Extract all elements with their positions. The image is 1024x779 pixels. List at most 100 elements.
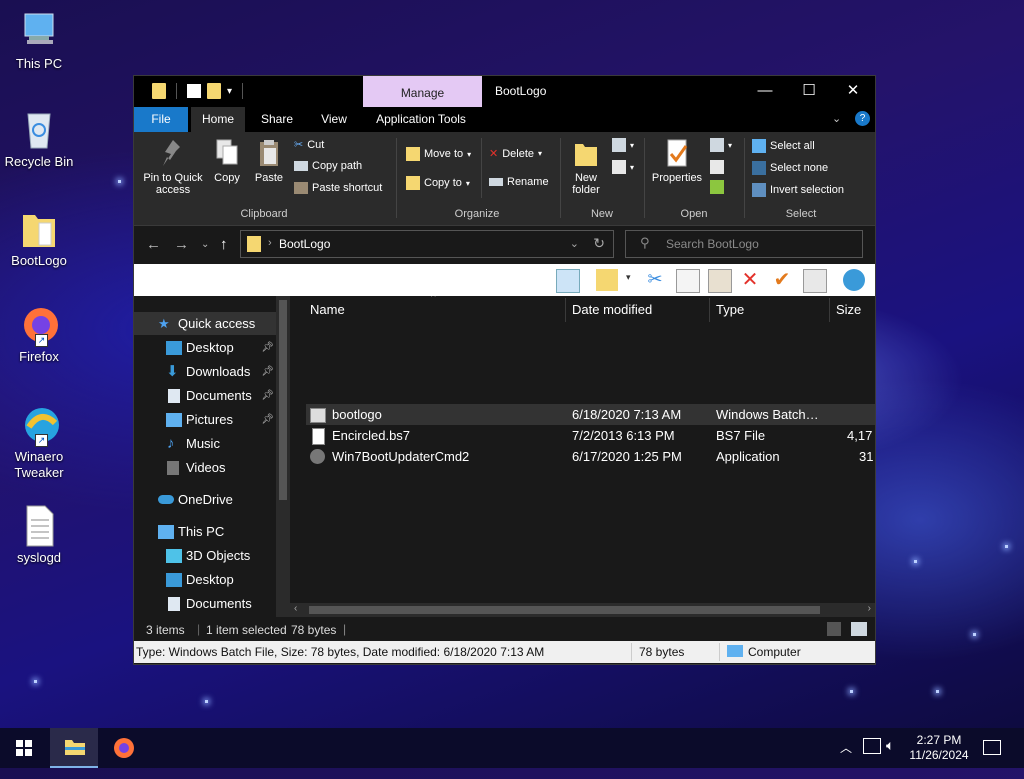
desktop-icon-winaero-tweaker[interactable]: ↗ Winaero Tweaker <box>0 403 78 481</box>
scrollbar-thumb[interactable] <box>279 300 287 500</box>
forward-button[interactable]: → <box>174 236 189 253</box>
horizontal-scrollbar[interactable]: ‹ › <box>290 603 875 617</box>
folder-options-icon[interactable] <box>596 269 618 291</box>
properties-qat-icon[interactable] <box>187 84 201 98</box>
column-header-name[interactable]: Name <box>310 298 345 322</box>
column-header-size[interactable]: Size <box>836 298 861 322</box>
cut-icon[interactable]: ✂ <box>644 269 666 291</box>
nav-item-onedrive[interactable]: OneDrive <box>134 488 276 511</box>
tab-view[interactable]: View <box>309 107 359 132</box>
up-button[interactable]: ↑ <box>220 236 228 253</box>
move-to-button[interactable]: Move to ▾ <box>406 147 471 161</box>
paste-button[interactable]: Paste <box>252 138 286 184</box>
easy-access-button[interactable]: ▾ <box>612 160 634 174</box>
preview-pane-icon[interactable] <box>556 269 580 293</box>
copy-button[interactable]: Copy <box>208 138 246 184</box>
large-icons-view-icon[interactable] <box>851 622 867 636</box>
edit-button[interactable] <box>710 160 724 174</box>
copy-path-button[interactable]: Copy path <box>294 160 362 172</box>
new-folder-button[interactable]: New folder <box>566 138 606 196</box>
desktop-icon-firefox[interactable]: ↗ Firefox <box>0 303 78 365</box>
select-all-button[interactable]: Select all <box>752 139 815 153</box>
clock-date: 11/26/2024 <box>909 748 969 762</box>
open-button[interactable]: ▾ <box>710 138 732 152</box>
nav-item-documents[interactable]: Documents 📌︎ <box>134 384 276 407</box>
address-bar[interactable]: › BootLogo ⌄ ↻ <box>240 230 614 258</box>
tab-home[interactable]: Home <box>191 107 245 132</box>
scroll-left-icon[interactable]: ‹ <box>294 603 297 614</box>
checkmark-icon[interactable]: ✔ <box>771 269 793 291</box>
nav-item-videos[interactable]: Videos <box>134 456 276 479</box>
taskbar-file-explorer[interactable] <box>50 728 98 768</box>
copy-to-button[interactable]: Copy to ▾ <box>406 176 470 190</box>
file-row[interactable]: bootlogo 6/18/2020 7:13 AM Windows Batch… <box>306 404 875 425</box>
pin-icon[interactable]: 📌︎ <box>261 360 274 383</box>
nav-item-desktop-pc[interactable]: Desktop <box>134 568 276 591</box>
new-item-button[interactable]: ▾ <box>612 138 634 152</box>
show-hidden-icons-chevron-icon[interactable]: ︿ <box>840 739 852 779</box>
properties-button[interactable]: Properties <box>646 138 708 184</box>
nav-item-3d-objects[interactable]: 3D Objects <box>134 544 276 567</box>
pin-icon[interactable]: 📌︎ <box>261 408 274 431</box>
nav-item-desktop[interactable]: Desktop 📌︎ <box>134 336 276 359</box>
volume-muted-icon[interactable]: 🔈︎ <box>886 737 894 777</box>
copy-icon[interactable] <box>676 269 700 293</box>
delete-button[interactable]: ✕ Delete ▾ <box>489 147 542 161</box>
rename-button[interactable]: Rename <box>489 176 549 188</box>
address-path[interactable]: BootLogo <box>279 237 330 251</box>
column-header-type[interactable]: Type <box>716 298 744 322</box>
tab-file[interactable]: File <box>134 107 188 132</box>
new-folder-qat-icon[interactable] <box>207 83 221 99</box>
paste-icon[interactable] <box>708 269 732 293</box>
minimize-button[interactable]: — <box>743 76 787 107</box>
desktop-icon-syslogd[interactable]: syslogd <box>0 504 78 566</box>
chevron-down-icon[interactable]: ▾ <box>626 272 631 283</box>
nav-item-music[interactable]: ♪ Music <box>134 432 276 455</box>
scrollbar-thumb[interactable] <box>309 606 820 614</box>
scroll-right-icon[interactable]: › <box>868 603 871 614</box>
navigation-scrollbar[interactable] <box>276 296 290 617</box>
delete-icon[interactable]: ✕ <box>739 269 761 291</box>
cut-button[interactable]: ✂ Cut <box>294 138 324 152</box>
column-header-date[interactable]: Date modified <box>572 298 652 322</box>
tab-share[interactable]: Share <box>252 107 302 132</box>
nav-item-documents-pc[interactable]: Documents <box>134 592 276 615</box>
shell-icon[interactable] <box>843 269 865 291</box>
file-row[interactable]: Encircled.bs7 7/2/2013 6:13 PM BS7 File … <box>306 425 875 446</box>
chevron-down-icon[interactable]: ⌄ <box>832 112 841 125</box>
chevron-down-icon[interactable]: ⌄ <box>570 237 579 250</box>
nav-item-quick-access[interactable]: ★ Quick access <box>134 312 276 335</box>
tab-application-tools[interactable]: Application Tools <box>367 107 475 132</box>
nav-item-pictures[interactable]: Pictures 📌︎ <box>134 408 276 431</box>
desktop-icon-this-pc[interactable]: This PC <box>0 10 78 72</box>
maximize-button[interactable]: ☐ <box>787 76 831 107</box>
refresh-icon[interactable]: ↻ <box>593 235 605 252</box>
history-button[interactable] <box>710 180 724 194</box>
rename-icon[interactable] <box>803 269 827 293</box>
pin-icon[interactable]: 📌︎ <box>261 336 274 359</box>
select-all-label: Select all <box>770 140 815 152</box>
desktop-icon-recycle-bin[interactable]: Recycle Bin <box>0 108 78 170</box>
recent-locations-button[interactable]: ⌄ <box>201 239 209 250</box>
desktop-icon-bootlogo[interactable]: BootLogo <box>0 207 78 269</box>
search-input[interactable]: ⚲ Search BootLogo <box>625 230 863 258</box>
details-view-icon[interactable] <box>827 622 841 636</box>
paste-shortcut-button[interactable]: Paste shortcut <box>294 182 382 194</box>
network-icon[interactable] <box>863 738 881 754</box>
pin-icon[interactable]: 📌︎ <box>261 384 274 407</box>
chevron-down-icon[interactable]: ▾ <box>227 86 232 97</box>
nav-item-this-pc[interactable]: This PC <box>134 520 276 543</box>
start-button[interactable] <box>0 728 48 768</box>
help-icon[interactable]: ? <box>855 111 870 126</box>
taskbar-firefox[interactable] <box>100 728 148 768</box>
nav-item-downloads[interactable]: ⬇ Downloads 📌︎ <box>134 360 276 383</box>
clock[interactable]: 2:27 PM 11/26/2024 <box>906 733 972 773</box>
pin-to-quick-access-button[interactable]: Pin to Quick access <box>142 138 204 196</box>
back-button[interactable]: ← <box>146 236 161 253</box>
invert-selection-button[interactable]: Invert selection <box>752 183 844 197</box>
close-button[interactable]: ✕ <box>831 76 875 107</box>
file-row[interactable]: Win7BootUpdaterCmd2 6/17/2020 1:25 PM Ap… <box>306 446 875 467</box>
select-none-button[interactable]: Select none <box>752 161 828 175</box>
notifications-icon[interactable] <box>983 740 1001 755</box>
manage-context-tab[interactable]: Manage <box>363 76 482 107</box>
